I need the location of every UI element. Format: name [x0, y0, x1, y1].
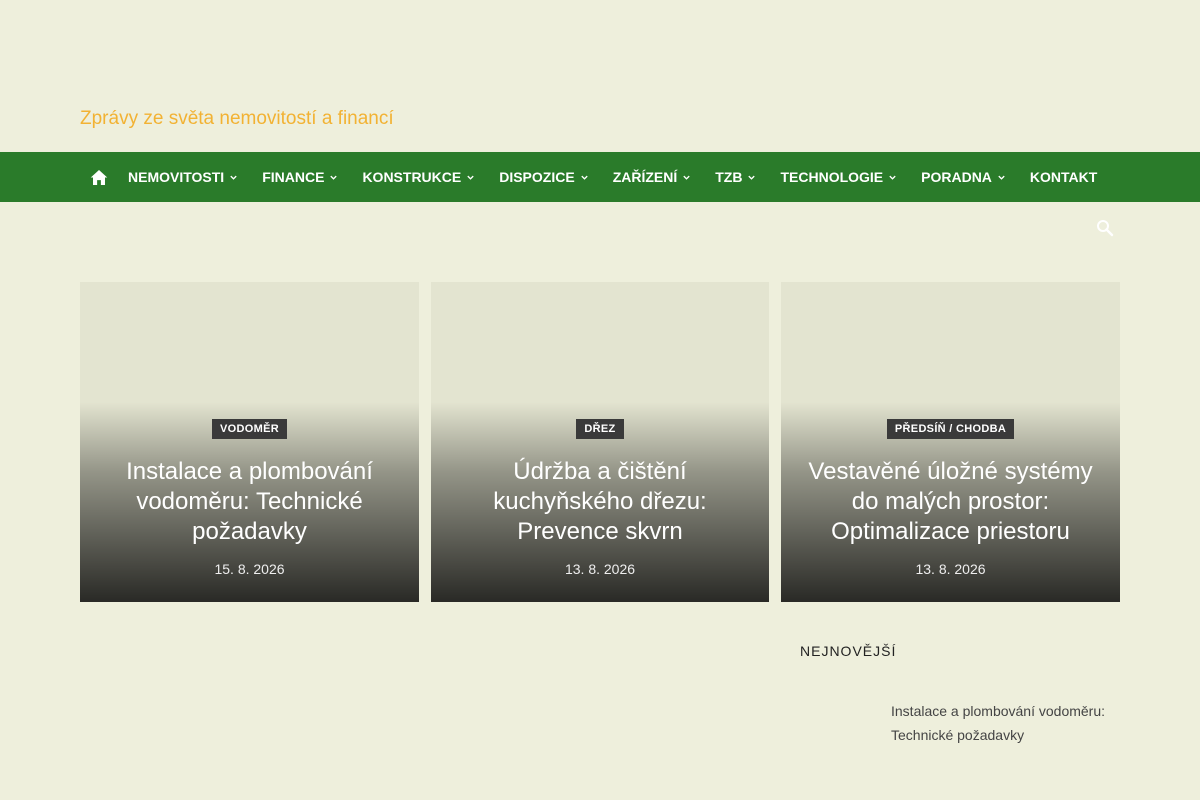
- nav-item-konstrukce[interactable]: KONSTRUKCE: [350, 152, 487, 202]
- nav-item-dispozice[interactable]: DISPOZICE: [487, 152, 600, 202]
- chevron-down-icon: [748, 175, 756, 180]
- chevron-down-icon: [330, 175, 338, 180]
- nav-item-label: TZB: [715, 169, 743, 185]
- nav-item-finance[interactable]: FINANCE: [250, 152, 350, 202]
- sidebar-newest-item[interactable]: Instalace a plombování vodoměru: Technic…: [891, 699, 1121, 747]
- featured-card[interactable]: VODOMĚR Instalace a plombování vodoměru:…: [80, 282, 419, 602]
- site-tagline: Zprávy ze světa nemovitostí a financí: [80, 108, 394, 129]
- nav-item-label: ZAŘÍZENÍ: [612, 169, 678, 185]
- featured-posts: VODOMĚR Instalace a plombování vodoměru:…: [80, 282, 1120, 602]
- nav-item-label: TECHNOLOGIE: [780, 169, 884, 185]
- nav-item-nemovitosti[interactable]: NEMOVITOSTI: [116, 152, 250, 202]
- card-date: 13. 8. 2026: [564, 561, 636, 577]
- nav-item-label: NEMOVITOSTI: [128, 169, 225, 185]
- chevron-down-icon: [581, 175, 588, 180]
- nav-item-label: KONTAKT: [1029, 169, 1098, 185]
- nav-item-label: DISPOZICE: [499, 169, 575, 185]
- chevron-down-icon: [998, 175, 1005, 180]
- nav-item-label: KONSTRUKCE: [362, 169, 462, 185]
- card-title[interactable]: Instalace a plombování vodoměru: Technic…: [102, 457, 397, 547]
- chevron-down-icon: [889, 175, 896, 180]
- card-title[interactable]: Vestavěné úložné systémy do malých prost…: [803, 457, 1098, 547]
- card-title[interactable]: Údržba a čištění kuchyňského dřezu: Prev…: [453, 457, 747, 547]
- home-icon[interactable]: [80, 152, 116, 202]
- chevron-down-icon: [683, 175, 690, 180]
- nav-item-label: FINANCE: [262, 169, 325, 185]
- featured-card[interactable]: DŘEZ Údržba a čištění kuchyňského dřezu:…: [431, 282, 769, 602]
- card-date: 13. 8. 2026: [915, 561, 986, 577]
- card-date: 15. 8. 2026: [214, 561, 285, 577]
- chevron-down-icon: [467, 175, 474, 180]
- category-badge[interactable]: DŘEZ: [576, 419, 624, 439]
- category-badge[interactable]: VODOMĚR: [212, 419, 287, 439]
- nav-item-tzb[interactable]: TZB: [703, 152, 768, 202]
- nav-item-label: PORADNA: [921, 169, 992, 185]
- nav-item-kontakt[interactable]: KONTAKT: [1018, 152, 1109, 202]
- nav-item-poradna[interactable]: PORADNA: [909, 152, 1018, 202]
- sidebar-newest-heading: NEJNOVĚJŠÍ: [800, 643, 897, 659]
- main-navigation: NEMOVITOSTI FINANCE KONSTRUKCE DISPOZICE…: [0, 152, 1200, 202]
- nav-item-technologie[interactable]: TECHNOLOGIE: [768, 152, 909, 202]
- search-icon[interactable]: [1096, 219, 1114, 242]
- category-badge[interactable]: PŘEDSÍŇ / CHODBA: [886, 419, 1015, 439]
- featured-card[interactable]: PŘEDSÍŇ / CHODBA Vestavěné úložné systém…: [781, 282, 1120, 602]
- nav-item-zarizeni[interactable]: ZAŘÍZENÍ: [601, 152, 704, 202]
- chevron-down-icon: [230, 175, 237, 180]
